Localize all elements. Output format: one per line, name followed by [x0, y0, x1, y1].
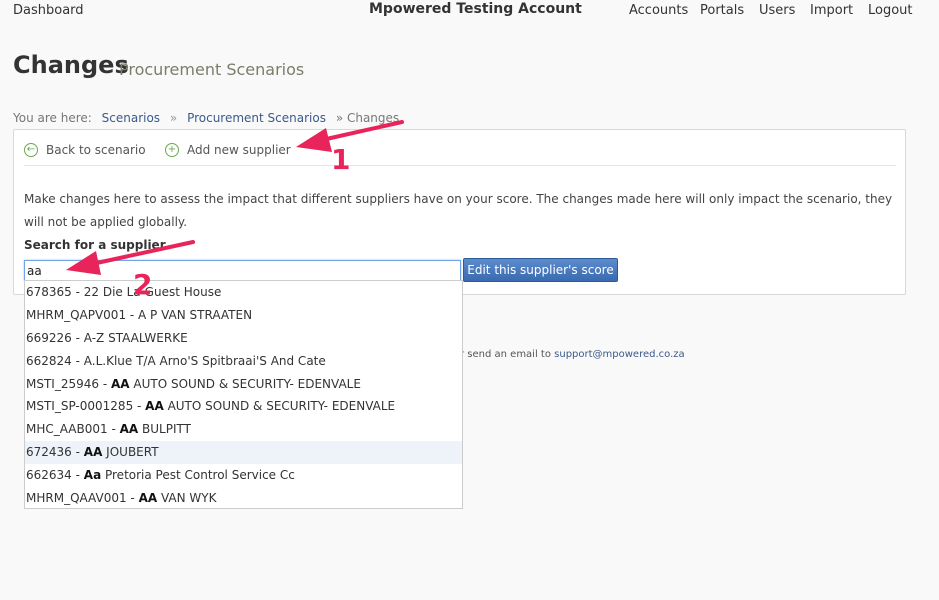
changes-panel: ← Back to scenario + Add new supplier Ma…	[13, 129, 906, 295]
nav-logout[interactable]: Logout	[868, 3, 913, 18]
breadcrumb: You are here: Scenarios » Procurement Sc…	[13, 111, 399, 125]
nav-import[interactable]: Import	[810, 3, 853, 18]
suggestion-prefix: 662824 - A.L.Klue T/A Arno'S Spitbraai'S…	[26, 353, 326, 368]
search-label: Search for a supplier	[24, 238, 166, 252]
suggestion-prefix: 669226 - A-Z STAALWERKE	[26, 330, 188, 345]
supplier-suggestion-item[interactable]: 669226 - A-Z STAALWERKE	[25, 327, 462, 350]
suggestion-suffix: Pretoria Pest Control Service Cc	[101, 468, 295, 483]
suggestion-suffix: JOUBERT	[102, 445, 159, 460]
suggestion-prefix: 678365 - 22 Die La	[26, 285, 141, 299]
suggestion-match: AA	[138, 491, 158, 506]
supplier-suggestion-item[interactable]: MSTI_SP-0001285 - AA AUTO SOUND & SECURI…	[25, 395, 462, 418]
supplier-suggestion-item[interactable]: 678365 - 22 Die La Guest House	[25, 281, 462, 304]
nav-users[interactable]: Users	[759, 3, 795, 18]
suggestion-match: Aa	[83, 468, 102, 483]
breadcrumb-scenarios[interactable]: Scenarios	[102, 111, 160, 125]
suggestion-match: AA	[83, 445, 103, 460]
suggestion-prefix: MSTI_SP-0001285 -	[26, 399, 146, 414]
suggestion-suffix: BULPITT	[138, 422, 191, 437]
suggestion-match: AA	[145, 399, 164, 414]
suggestion-prefix: MHC_AAB001 -	[26, 422, 120, 437]
support-prefix: r send an email to	[460, 349, 551, 360]
suggestion-suffix: AUTO SOUND & SECURITY- EDENVALE	[129, 376, 361, 391]
autocomplete-dropdown: 678365 - 22 Die La Guest House MHRM_QAPV00…	[24, 280, 463, 509]
suggestion-suffix: Guest House	[144, 285, 222, 299]
supplier-suggestion-item[interactable]: 672436 - AA JOUBERT	[25, 441, 462, 465]
description-text: Make changes here to assess the impact t…	[24, 192, 893, 229]
breadcrumb-separator: »	[169, 111, 178, 125]
breadcrumb-current: » Changes	[335, 111, 400, 125]
suggestion-prefix: MHRM_QAAV001 -	[26, 491, 139, 506]
page-title: Changes	[13, 51, 129, 79]
suggestion-suffix: VAN WYK	[157, 491, 217, 506]
nav-portals[interactable]: Portals	[700, 3, 744, 18]
suggestion-prefix: MSTI_25946 -	[26, 376, 111, 391]
nav-dashboard[interactable]: Dashboard	[13, 3, 84, 18]
page-subtitle: Procurement Scenarios	[119, 60, 305, 79]
supplier-suggestion-item[interactable]: MHRM_QAPV001 - A P VAN STRAATEN	[25, 304, 462, 327]
suggestion-prefix: 672436 -	[26, 445, 84, 460]
supplier-suggestion-item[interactable]: 662634 - Aa Pretoria Pest Control Servic…	[25, 464, 462, 487]
supplier-suggestion-item[interactable]: MHRM_QAAV001 - AA VAN WYK	[25, 487, 462, 510]
back-to-scenario-link[interactable]: ← Back to scenario	[24, 143, 146, 157]
support-text: r send an email to support@mpowered.co.z…	[460, 349, 685, 360]
supplier-search-input[interactable]	[24, 260, 461, 281]
actions-bar: ← Back to scenario + Add new supplier	[24, 140, 896, 166]
add-new-supplier-label: Add new supplier	[187, 143, 291, 157]
nav-accounts[interactable]: Accounts	[629, 3, 688, 18]
suggestion-prefix: MHRM_QAPV001 - A P VAN STRAATEN	[26, 307, 253, 322]
arrow-left-circle-icon: ←	[24, 143, 38, 157]
edit-supplier-score-button[interactable]: Edit this supplier's score	[463, 258, 618, 282]
suggestion-match: AA	[119, 422, 139, 437]
breadcrumb-prefix: You are here:	[13, 111, 92, 125]
breadcrumb-procurement-scenarios[interactable]: Procurement Scenarios	[187, 111, 326, 125]
back-to-scenario-label: Back to scenario	[46, 143, 146, 157]
suggestion-match: AA	[110, 376, 130, 391]
suggestion-suffix: AUTO SOUND & SECURITY- EDENVALE	[163, 399, 396, 414]
supplier-suggestion-item[interactable]: 662824 - A.L.Klue T/A Arno'S Spitbraai'S…	[25, 350, 462, 373]
supplier-suggestion-item[interactable]: MHC_AAB001 - AA BULPITT	[25, 418, 462, 441]
support-email-link[interactable]: support@mpowered.co.za	[554, 349, 685, 360]
add-new-supplier-link[interactable]: + Add new supplier	[165, 143, 291, 157]
top-bar: Dashboard Mpowered Testing Account Accou…	[0, 0, 939, 24]
plus-circle-icon: +	[165, 143, 179, 157]
account-name: Mpowered Testing Account	[369, 1, 582, 17]
suggestion-prefix: 662634 -	[26, 468, 84, 483]
supplier-suggestion-item[interactable]: MSTI_25946 - AA AUTO SOUND & SECURITY- E…	[25, 373, 462, 396]
